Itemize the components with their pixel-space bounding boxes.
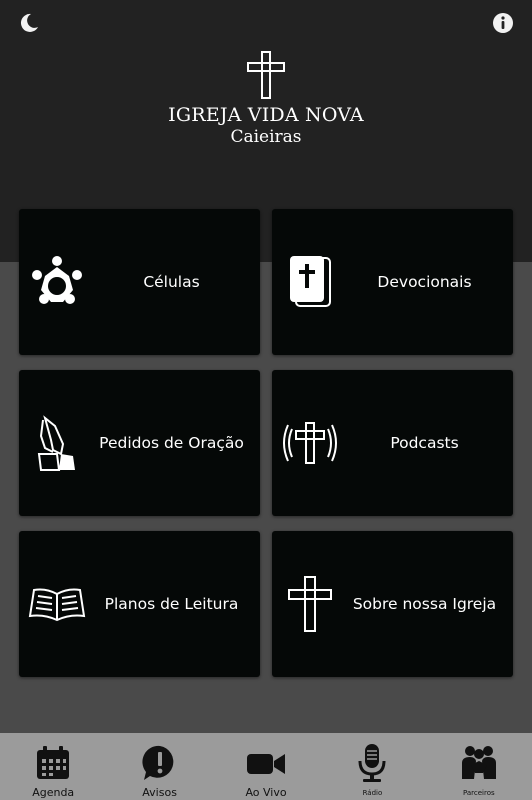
bible-cross-icon	[280, 252, 340, 312]
video-camera-icon	[246, 743, 286, 783]
pedidos-card[interactable]: Pedidos de Oração	[19, 370, 260, 516]
podcasts-card[interactable]: Podcasts	[272, 370, 513, 516]
broadcast-cross-icon	[280, 413, 340, 473]
sobre-label: Sobre nossa Igreja	[352, 595, 497, 613]
menu-grid: Células Devocionais Pedidos de Oração Po…	[19, 209, 513, 677]
planos-card[interactable]: Planos de Leitura	[19, 531, 260, 677]
nav-avisos[interactable]: Avisos	[106, 733, 212, 800]
celulas-label: Células	[143, 273, 200, 291]
nav-parceiros-label: Parceiros	[462, 789, 495, 797]
nav-ao-vivo-label: Ao Vivo	[245, 786, 287, 799]
nav-ao-vivo[interactable]: Ao Vivo	[213, 733, 319, 800]
devocionais-card[interactable]: Devocionais	[272, 209, 513, 355]
info-icon[interactable]	[492, 12, 514, 34]
cross-icon	[247, 51, 285, 99]
nav-agenda-label: Agenda	[32, 786, 75, 799]
nav-avisos-label: Avisos	[142, 786, 177, 799]
planos-label: Planos de Leitura	[104, 595, 239, 613]
podcasts-label: Podcasts	[390, 434, 459, 452]
cross-icon	[280, 574, 340, 634]
pedidos-label: Pedidos de Oração	[99, 434, 244, 452]
group-icon	[27, 252, 87, 312]
church-name: IGREJA VIDA NOVA	[168, 104, 364, 126]
microphone-icon	[352, 743, 392, 783]
nav-radio[interactable]: Rádio	[319, 733, 425, 800]
church-location: Caieiras	[230, 127, 302, 147]
bottom-navigation: Agenda Avisos Ao Vivo Rádio Parceiros	[0, 733, 532, 800]
calendar-icon	[33, 743, 73, 783]
moon-icon[interactable]	[18, 12, 40, 34]
nav-agenda[interactable]: Agenda	[0, 733, 106, 800]
handshake-icon	[459, 743, 499, 783]
sobre-card[interactable]: Sobre nossa Igreja	[272, 531, 513, 677]
open-book-icon	[27, 574, 87, 634]
alert-icon	[140, 743, 180, 783]
church-logo: IGREJA VIDA NOVA Caieiras	[0, 50, 532, 148]
nav-parceiros[interactable]: Parceiros	[426, 733, 532, 800]
praying-hands-icon	[27, 413, 87, 473]
devocionais-label: Devocionais	[377, 273, 472, 291]
celulas-card[interactable]: Células	[19, 209, 260, 355]
nav-radio-label: Rádio	[362, 789, 383, 797]
